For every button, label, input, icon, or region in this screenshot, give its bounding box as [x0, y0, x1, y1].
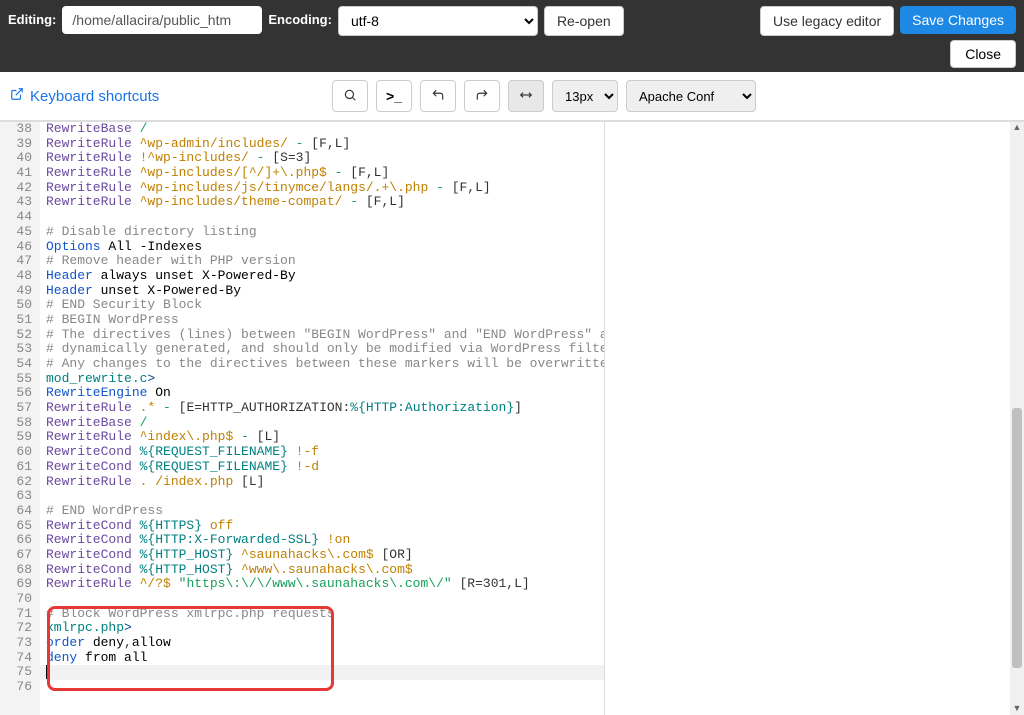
code-line[interactable]: RewriteCond %{REQUEST_FILENAME} !-f	[46, 445, 605, 460]
syntax-select[interactable]: Apache Conf	[626, 80, 756, 112]
code-line[interactable]: # Disable directory listing	[46, 225, 605, 240]
code-line[interactable]: RewriteRule ^wp-includes/theme-compat/ -…	[46, 195, 605, 210]
code-editor[interactable]: 3839404142434445464748495051525354555657…	[0, 122, 605, 715]
undo-icon	[431, 88, 445, 105]
code-line[interactable]	[46, 489, 605, 504]
undo-button[interactable]	[420, 80, 456, 112]
code-line[interactable]: # Any changes to the directives between …	[46, 357, 605, 372]
scrollbar-thumb[interactable]	[1012, 408, 1022, 668]
header-bar: Editing: Encoding: utf-8 Re-open Use leg…	[0, 0, 1024, 72]
code-line[interactable]: xmlrpc.php>	[46, 621, 605, 636]
code-line[interactable]: mod_rewrite.c>	[46, 372, 605, 387]
redo-icon	[475, 88, 489, 105]
redo-button[interactable]	[464, 80, 500, 112]
terminal-button[interactable]: >_	[376, 80, 412, 112]
scroll-down-arrow[interactable]: ▼	[1012, 703, 1022, 715]
keyboard-shortcuts-link[interactable]: Keyboard shortcuts	[10, 87, 159, 105]
font-size-select[interactable]: 13px	[552, 80, 618, 112]
code-line[interactable]: Header unset X-Powered-By	[46, 284, 605, 299]
code-line[interactable]	[40, 665, 605, 680]
code-line[interactable]	[46, 592, 605, 607]
code-line[interactable]: RewriteRule ^wp-includes/[^/]+\.php$ - […	[46, 166, 605, 181]
code-line[interactable]: # Remove header with PHP version	[46, 254, 605, 269]
editor-toolbar: Keyboard shortcuts >_ 13px Apache Conf	[0, 72, 1024, 121]
reopen-button[interactable]: Re-open	[544, 6, 624, 36]
code-content[interactable]: RewriteBase /RewriteRule ^wp-admin/inclu…	[40, 122, 605, 715]
code-line[interactable]: # Block WordPress xmlrpc.php requests	[46, 607, 605, 622]
code-line[interactable]: RewriteRule !^wp-includes/ - [S=3]	[46, 151, 605, 166]
encoding-select[interactable]: utf-8	[338, 6, 538, 36]
external-link-icon	[10, 87, 24, 105]
vertical-scrollbar[interactable]: ▲ ▼	[1010, 122, 1024, 715]
code-line[interactable]: RewriteRule .* - [E=HTTP_AUTHORIZATION:%…	[46, 401, 605, 416]
code-line[interactable]: deny from all	[46, 651, 605, 666]
code-line[interactable]: RewriteCond %{REQUEST_FILENAME} !-d	[46, 460, 605, 475]
code-line[interactable]: RewriteRule ^/?$ "https\:\/\/www\.saunah…	[46, 577, 605, 592]
code-line[interactable]: Options All -Indexes	[46, 240, 605, 255]
code-line[interactable]: RewriteCond %{HTTP:X-Forwarded-SSL} !on	[46, 533, 605, 548]
editor-area: 3839404142434445464748495051525354555657…	[0, 121, 1024, 715]
close-button[interactable]: Close	[950, 40, 1016, 68]
wrap-toggle-button[interactable]	[508, 80, 544, 112]
code-line[interactable]: RewriteRule . /index.php [L]	[46, 475, 605, 490]
code-line[interactable]: # END WordPress	[46, 504, 605, 519]
code-line[interactable]: RewriteRule ^wp-admin/includes/ - [F,L]	[46, 137, 605, 152]
code-line[interactable]: # END Security Block	[46, 298, 605, 313]
horizontal-arrows-icon	[518, 88, 534, 105]
code-line[interactable]: Header always unset X-Powered-By	[46, 269, 605, 284]
editing-path-input[interactable]	[62, 6, 262, 34]
code-line[interactable]: # The directives (lines) between "BEGIN …	[46, 328, 605, 343]
code-line[interactable]: order deny,allow	[46, 636, 605, 651]
terminal-icon: >_	[386, 88, 402, 104]
code-line[interactable]	[46, 680, 605, 695]
code-line[interactable]: # dynamically generated, and should only…	[46, 342, 605, 357]
legacy-editor-button[interactable]: Use legacy editor	[760, 6, 894, 36]
code-line[interactable]: RewriteCond %{HTTP_HOST} ^saunahacks\.co…	[46, 548, 605, 563]
code-line[interactable]: RewriteCond %{HTTPS} off	[46, 519, 605, 534]
search-button[interactable]	[332, 80, 368, 112]
scroll-up-arrow[interactable]: ▲	[1012, 122, 1022, 134]
code-line[interactable]: RewriteBase /	[46, 416, 605, 431]
code-line[interactable]: RewriteEngine On	[46, 386, 605, 401]
search-icon	[343, 88, 357, 105]
line-number-gutter: 3839404142434445464748495051525354555657…	[0, 122, 40, 715]
code-line[interactable]: RewriteBase /	[46, 122, 605, 137]
preview-pane	[605, 122, 1024, 715]
code-line[interactable]	[46, 210, 605, 225]
code-line[interactable]: RewriteCond %{HTTP_HOST} ^www\.saunahack…	[46, 563, 605, 578]
code-line[interactable]: # BEGIN WordPress	[46, 313, 605, 328]
encoding-label: Encoding:	[268, 6, 332, 27]
keyboard-shortcuts-label: Keyboard shortcuts	[30, 88, 159, 105]
save-changes-button[interactable]: Save Changes	[900, 6, 1016, 34]
code-line[interactable]: RewriteRule ^index\.php$ - [L]	[46, 430, 605, 445]
code-line[interactable]: RewriteRule ^wp-includes/js/tinymce/lang…	[46, 181, 605, 196]
editing-label: Editing:	[8, 6, 56, 27]
